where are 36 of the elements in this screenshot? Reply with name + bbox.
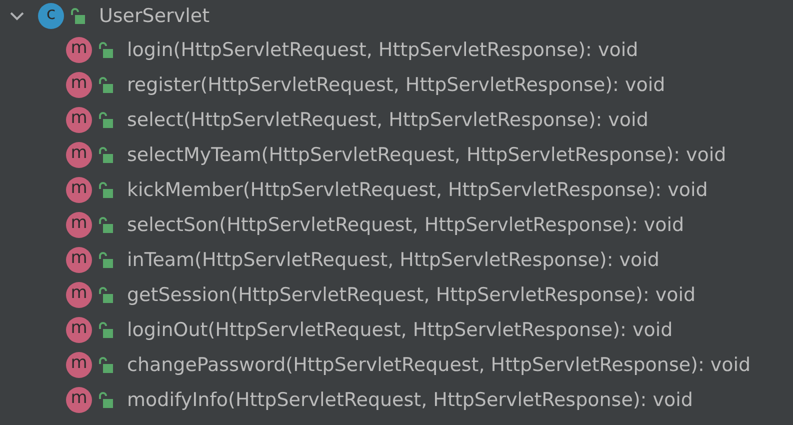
method-icon: m xyxy=(66,36,92,62)
method-icon: m xyxy=(66,176,92,202)
method-icon: m xyxy=(66,386,92,412)
method-icon: m xyxy=(66,246,92,272)
lock-icon xyxy=(98,356,114,372)
lock-icon xyxy=(98,286,114,302)
tree-item[interactable]: loginOut(HttpServletRequest, HttpServletResponse): void xyxy=(127,318,673,340)
method-icon: m xyxy=(66,106,92,132)
lock-icon xyxy=(98,76,114,92)
lock-icon xyxy=(98,392,114,408)
method-icon: m xyxy=(66,212,92,238)
tree-item[interactable]: selectMyTeam(HttpServletRequest, HttpServletResponse): void xyxy=(127,144,726,166)
tree-item[interactable]: UserServlet xyxy=(99,5,210,27)
tree-item[interactable]: inTeam(HttpServletRequest, HttpServletResponse): void xyxy=(127,248,660,270)
tree-item[interactable]: login(HttpServletRequest, HttpServletResponse): void xyxy=(127,38,638,60)
lock-icon xyxy=(98,112,114,128)
lock-icon xyxy=(70,8,86,24)
lock-icon xyxy=(98,216,114,232)
tree-item[interactable]: modifyInfo(HttpServletRequest, HttpServletResponse): void xyxy=(127,388,693,410)
method-icon: m xyxy=(66,142,92,168)
lock-icon xyxy=(98,42,114,58)
lock-icon xyxy=(98,182,114,198)
tree-item[interactable]: register(HttpServletRequest, HttpServletResponse): void xyxy=(127,74,666,96)
tree-item[interactable]: changePassword(HttpServletRequest, HttpServletResponse): void xyxy=(127,354,751,376)
tree-item[interactable]: selectSon(HttpServletRequest, HttpServletResponse): void xyxy=(127,214,684,236)
lock-icon xyxy=(98,322,114,338)
method-icon: m xyxy=(66,316,92,342)
tree-item[interactable]: kickMember(HttpServletRequest, HttpServletResponse): void xyxy=(127,178,708,200)
class-icon: c xyxy=(38,3,64,29)
method-icon: m xyxy=(66,282,92,308)
method-icon: m xyxy=(66,72,92,98)
tree-item[interactable]: select(HttpServletRequest, HttpServletResponse): void xyxy=(127,108,648,130)
method-icon: m xyxy=(66,352,92,378)
lock-icon xyxy=(98,252,114,268)
lock-icon xyxy=(98,146,114,162)
tree-item[interactable]: getSession(HttpServletRequest, HttpServletResponse): void xyxy=(127,284,696,306)
